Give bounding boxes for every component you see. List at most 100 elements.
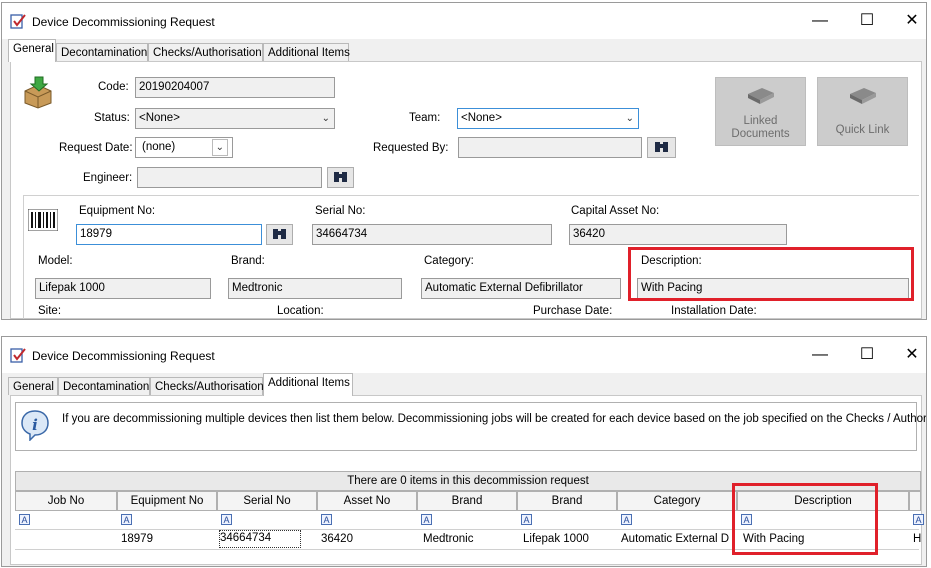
binoculars-icon xyxy=(334,172,347,182)
equipment-no-field[interactable]: 18979 xyxy=(76,224,262,245)
window-title: Device Decommissioning Request xyxy=(32,349,215,363)
window-title: Device Decommissioning Request xyxy=(32,15,215,29)
filter-icon[interactable]: A xyxy=(321,514,332,525)
window-general: Device Decommissioning Request — ☐ ✕ Gen… xyxy=(1,2,927,320)
description-column-highlight xyxy=(732,483,878,555)
installation-date-label: Installation Date: xyxy=(671,305,757,317)
serial-no-label: Serial No: xyxy=(315,205,366,217)
minimize-button[interactable]: — xyxy=(800,343,840,367)
quick-link-button[interactable]: Quick Link xyxy=(817,77,908,146)
serial-no-field[interactable]: 34664734 xyxy=(312,224,552,245)
cell-equipment-no[interactable]: 18979 xyxy=(121,530,215,548)
binoculars-icon xyxy=(655,142,668,152)
filter-icon[interactable]: A xyxy=(421,514,432,525)
info-icon: i xyxy=(21,410,49,441)
team-value: <None> xyxy=(461,112,502,124)
tab-general[interactable]: General xyxy=(8,377,58,395)
col-header-brand[interactable]: Brand xyxy=(417,491,517,511)
engineer-field[interactable] xyxy=(137,167,322,188)
location-label: Location: xyxy=(277,305,324,317)
status-select[interactable]: <None> ⌄ xyxy=(135,108,335,129)
cell-brand-2[interactable]: Lifepak 1000 xyxy=(523,530,615,548)
cell-serial-no[interactable]: 34664734 xyxy=(219,530,301,548)
title-bar: Device Decommissioning Request — ☐ ✕ xyxy=(2,337,926,373)
book-icon xyxy=(849,88,876,104)
status-value: <None> xyxy=(139,112,180,124)
category-field[interactable]: Automatic External Defibrillator xyxy=(421,278,621,299)
status-label: Status: xyxy=(94,112,130,124)
chevron-down-icon: ⌄ xyxy=(321,113,330,124)
team-label: Team: xyxy=(409,112,441,124)
barcode-icon xyxy=(28,209,58,231)
equipment-no-label: Equipment No: xyxy=(79,205,156,217)
request-date-picker[interactable]: (none) ⌄ xyxy=(135,137,233,158)
app-icon xyxy=(10,14,26,29)
col-header-asset-no[interactable]: Asset No xyxy=(317,491,417,511)
equipment-search-button[interactable] xyxy=(266,224,293,245)
brand-field[interactable]: Medtronic xyxy=(228,278,402,299)
team-select[interactable]: <None> ⌄ xyxy=(457,108,639,129)
col-header-job-no[interactable]: Job No xyxy=(15,491,117,511)
linked-documents-label-line: Documents xyxy=(731,128,790,140)
col-header-serial-no[interactable]: Serial No xyxy=(217,491,317,511)
window-additional-items: Device Decommissioning Request — ☐ ✕ Gen… xyxy=(1,336,927,567)
request-box-icon xyxy=(24,76,52,109)
engineer-search-button[interactable] xyxy=(327,167,354,188)
purchase-date-label: Purchase Date: xyxy=(533,305,613,317)
tab-additional-items[interactable]: Additional Items xyxy=(263,43,350,61)
capital-asset-no-field[interactable]: 36420 xyxy=(569,224,787,245)
cell-asset-no[interactable]: 36420 xyxy=(321,530,415,548)
additional-items-panel: i If you are decommissioning multiple de… xyxy=(10,395,926,565)
filter-icon[interactable]: A xyxy=(913,514,924,525)
filter-icon[interactable]: A xyxy=(621,514,632,525)
svg-text:i: i xyxy=(32,416,38,434)
cell-extra[interactable]: H xyxy=(913,530,921,548)
cell-category[interactable]: Automatic External D xyxy=(621,530,735,548)
tab-decontamination[interactable]: Decontamination xyxy=(58,377,150,395)
col-header-brand-2[interactable]: Brand xyxy=(517,491,617,511)
col-header-equipment-no[interactable]: Equipment No xyxy=(117,491,217,511)
minimize-button[interactable]: — xyxy=(800,9,840,33)
binoculars-icon xyxy=(273,229,286,239)
request-date-value: (none) xyxy=(142,141,176,153)
request-date-label: Request Date: xyxy=(59,142,133,154)
tab-additional-items[interactable]: Additional Items xyxy=(263,373,353,396)
linked-documents-button[interactable]: Linked Documents xyxy=(715,77,806,146)
info-box: i If you are decommissioning multiple de… xyxy=(15,402,926,451)
close-button[interactable]: ✕ xyxy=(892,343,926,367)
model-field[interactable]: Lifepak 1000 xyxy=(35,278,211,299)
maximize-button[interactable]: ☐ xyxy=(847,9,887,33)
tab-decontamination[interactable]: Decontamination xyxy=(56,43,148,61)
equipment-group: Equipment No: 18979 Serial No: 34664734 … xyxy=(23,195,919,319)
cell-brand[interactable]: Medtronic xyxy=(423,530,515,548)
filter-icon[interactable]: A xyxy=(521,514,532,525)
app-icon xyxy=(10,348,26,363)
linked-documents-label: Linked Documents xyxy=(716,115,805,141)
col-header-category[interactable]: Category xyxy=(617,491,737,511)
code-label: Code: xyxy=(98,81,129,93)
maximize-button[interactable]: ☐ xyxy=(847,343,887,367)
title-bar: Device Decommissioning Request — ☐ ✕ xyxy=(2,3,926,39)
engineer-label: Engineer: xyxy=(83,172,133,184)
chevron-down-icon: ⌄ xyxy=(211,139,228,156)
description-highlight xyxy=(628,247,914,301)
category-label: Category: xyxy=(424,255,474,267)
brand-label: Brand: xyxy=(231,255,265,267)
tab-checks-authorisation[interactable]: Checks/Authorisation xyxy=(150,377,264,395)
requested-by-search-button[interactable] xyxy=(647,137,676,158)
tab-checks-authorisation[interactable]: Checks/Authorisation xyxy=(148,43,263,61)
quick-link-label: Quick Link xyxy=(835,124,890,136)
book-icon xyxy=(747,88,774,104)
filter-icon[interactable]: A xyxy=(19,514,30,525)
tab-general[interactable]: General xyxy=(8,39,56,62)
requested-by-label: Requested By: xyxy=(373,142,449,154)
code-field[interactable]: 20190204007 xyxy=(135,77,335,98)
close-button[interactable]: ✕ xyxy=(892,9,926,33)
site-label: Site: xyxy=(38,305,62,317)
capital-asset-no-label: Capital Asset No: xyxy=(571,205,660,217)
col-header-extra[interactable] xyxy=(909,491,921,511)
filter-icon[interactable]: A xyxy=(221,514,232,525)
general-panel: Code: 20190204007 Status: <None> ⌄ Team:… xyxy=(10,61,922,319)
requested-by-field[interactable] xyxy=(458,137,642,158)
filter-icon[interactable]: A xyxy=(121,514,132,525)
